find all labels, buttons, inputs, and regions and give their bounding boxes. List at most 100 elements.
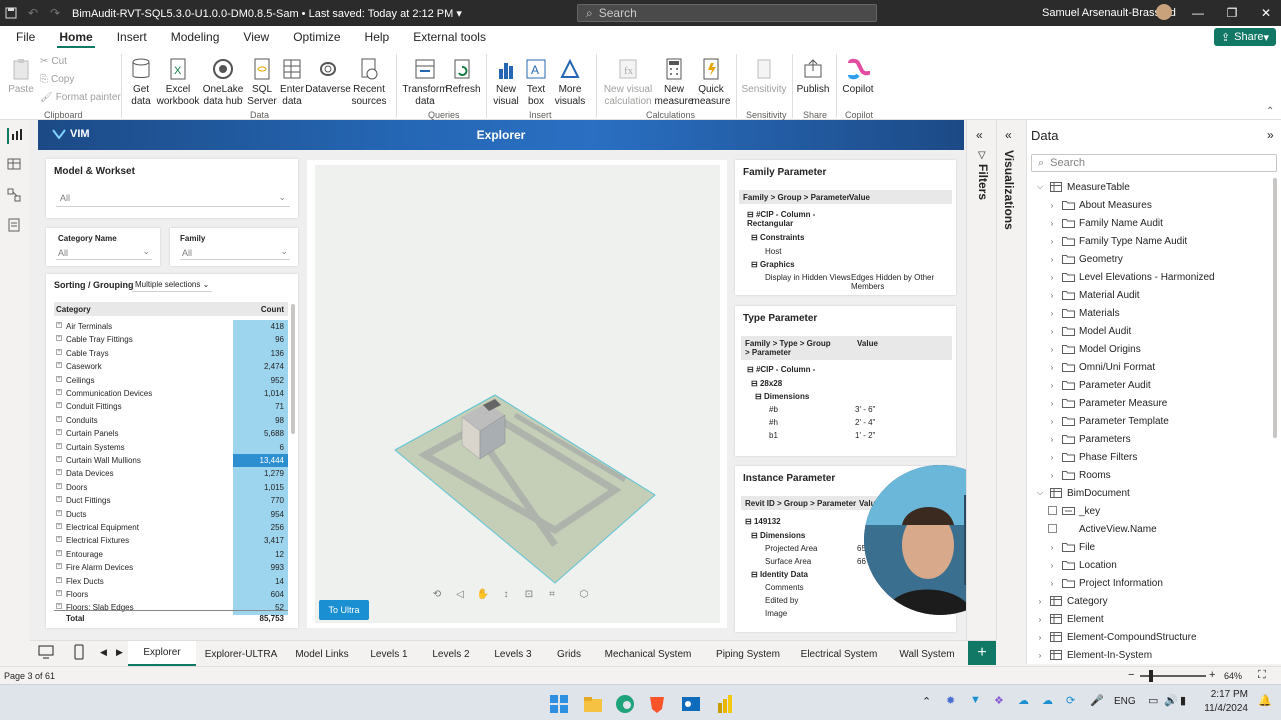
tree-folder-item[interactable]: › Geometry xyxy=(1047,250,1123,268)
expand-icon[interactable]: + xyxy=(56,482,62,489)
collapse-right-icon[interactable]: » xyxy=(1267,128,1274,142)
expand-icon[interactable]: + xyxy=(56,415,62,422)
notifications-icon[interactable]: 🔔 xyxy=(1258,694,1272,707)
menu-modeling[interactable]: Modeling xyxy=(159,26,232,48)
copilot-button[interactable]: Copilot xyxy=(840,56,876,96)
more-visuals-button[interactable]: More visuals xyxy=(550,56,590,108)
enter-data-button[interactable]: Enter data xyxy=(278,56,306,108)
new-visual-calculation-button[interactable]: fx New visual calculation xyxy=(600,56,656,108)
tree-folder-item[interactable]: › Parameter Measure xyxy=(1047,394,1168,412)
clock-date[interactable]: 11/4/2024 xyxy=(1198,703,1248,714)
tree-table-item[interactable]: › Element-In-System xyxy=(1035,646,1152,664)
expand-icon[interactable]: + xyxy=(56,348,62,355)
mobile-layout-icon[interactable] xyxy=(74,644,84,660)
table-row[interactable]: + Air Terminals 418 xyxy=(54,320,288,334)
table-scrollbar[interactable] xyxy=(291,304,295,434)
tree-table-item[interactable]: › Element xyxy=(1035,610,1104,628)
table-row[interactable]: + Doors 1,015 xyxy=(54,480,288,495)
table-row[interactable]: + Conduits 98 xyxy=(54,413,288,428)
table-row[interactable]: + Ducts 954 xyxy=(54,507,288,521)
brave-browser-icon[interactable] xyxy=(646,693,668,715)
look-icon[interactable]: ◁ xyxy=(453,589,467,603)
tray-sync-icon[interactable]: ⟳ xyxy=(1066,694,1075,707)
expand-icon[interactable]: + xyxy=(56,576,62,583)
tab-mechanical-system[interactable]: Mechanical System xyxy=(594,641,702,667)
share-button[interactable]: ⇪ Share ▾ xyxy=(1214,28,1276,46)
tray-app-icon[interactable]: ✹ xyxy=(946,694,955,707)
chevron-right-icon[interactable]: › xyxy=(1047,309,1057,318)
zoom-window-icon[interactable]: ⊡ xyxy=(522,589,536,603)
transform-data-button[interactable]: Transform data xyxy=(402,56,448,108)
chevron-right-icon[interactable]: › xyxy=(1047,399,1057,408)
expand-icon[interactable]: + xyxy=(56,389,62,395)
column-header[interactable]: Value xyxy=(857,339,878,348)
tree-folder-item[interactable]: › About Measures xyxy=(1047,196,1152,214)
tree-table-item[interactable]: › Element-CompoundStructure xyxy=(1035,628,1197,646)
table-row[interactable]: ⊟ Graphics xyxy=(751,260,795,269)
chevron-right-icon[interactable]: › xyxy=(1035,633,1045,642)
chevron-right-icon[interactable]: › xyxy=(1047,561,1057,570)
collapse-left-icon[interactable]: « xyxy=(976,128,983,142)
tree-folder-item[interactable]: › Rooms xyxy=(1047,466,1111,484)
table-row[interactable]: + Fire Alarm Devices 993 xyxy=(54,561,288,575)
expand-icon[interactable]: + xyxy=(56,549,62,556)
chevron-right-icon[interactable]: › xyxy=(1047,273,1057,282)
pan-icon[interactable]: ✋ xyxy=(476,589,490,603)
tab-levels-1[interactable]: Levels 1 xyxy=(358,641,420,667)
table-row[interactable]: ⊟ #CIP - Column - xyxy=(747,365,815,374)
sectioning-box-icon[interactable]: ⬡ xyxy=(577,589,591,603)
tree-folder-item[interactable]: › Project Information xyxy=(1047,574,1163,592)
battery-icon[interactable]: ▮ xyxy=(1180,694,1186,707)
paste-button[interactable]: Paste xyxy=(8,56,34,96)
column-header-category[interactable]: Category xyxy=(56,305,91,314)
sql-server-button[interactable]: SQL Server xyxy=(247,56,277,108)
expand-left-icon[interactable]: « xyxy=(1005,128,1012,142)
close-icon[interactable]: ✕ xyxy=(1256,4,1276,22)
tree-folder-item[interactable]: › Model Audit xyxy=(1047,322,1132,340)
tree-folder-item[interactable]: › Family Type Name Audit xyxy=(1047,232,1188,250)
table-row[interactable]: + Floors 604 xyxy=(54,588,288,602)
chevron-right-icon[interactable]: › xyxy=(1035,597,1045,606)
onelake-data-hub-button[interactable]: OneLake data hub xyxy=(200,56,246,108)
zoom-out-icon[interactable]: − xyxy=(1128,669,1134,681)
copy-button[interactable]: ⎘ Copy xyxy=(40,74,74,85)
to-ultra-button[interactable]: To Ultra xyxy=(319,600,369,620)
next-page-icon[interactable]: ▶ xyxy=(116,647,123,658)
table-row[interactable]: + Electrical Fixtures 3,417 xyxy=(54,534,288,548)
model-workset-dropdown[interactable]: All ⌄ xyxy=(56,189,290,207)
table-row[interactable]: ⊟ Dimensions xyxy=(755,392,809,401)
publish-button[interactable]: Publish xyxy=(796,56,830,96)
menu-external-tools[interactable]: External tools xyxy=(401,26,498,48)
chevron-right-icon[interactable]: › xyxy=(1047,453,1057,462)
column-header-count[interactable]: Count xyxy=(261,305,284,314)
chevron-right-icon[interactable]: › xyxy=(1047,579,1057,588)
chevron-right-icon[interactable]: › xyxy=(1047,363,1057,372)
tree-folder-item[interactable]: › Materials xyxy=(1047,304,1120,322)
expand-icon[interactable]: + xyxy=(56,402,62,409)
zoom-icon[interactable]: ↕ xyxy=(499,589,513,603)
chevron-right-icon[interactable]: › xyxy=(1047,255,1057,264)
power-bi-icon[interactable] xyxy=(714,693,736,715)
expand-icon[interactable]: + xyxy=(56,523,62,529)
category-name-dropdown[interactable]: All ⌄ xyxy=(56,246,152,260)
network-icon[interactable]: ▭ xyxy=(1148,694,1158,707)
table-row[interactable]: ⊟ #CIP - Column - Rectangular xyxy=(747,210,833,228)
expand-icon[interactable]: + xyxy=(56,469,62,476)
table-row[interactable]: + Communication Devices 1,014 xyxy=(54,387,288,401)
table-row[interactable]: + Cable Tray Fittings 96 xyxy=(54,333,288,347)
refresh-button[interactable]: Refresh xyxy=(446,56,481,96)
filters-label[interactable]: Filters xyxy=(976,164,990,200)
tree-table-item[interactable]: › Category xyxy=(1035,592,1108,610)
tray-vim-icon[interactable]: ▼ xyxy=(970,694,981,706)
column-header[interactable]: Family > Type > Group > Parameter xyxy=(745,339,835,357)
chevron-down-icon[interactable]: ⌵ xyxy=(1035,488,1045,498)
field-checkbox[interactable] xyxy=(1047,505,1057,517)
microphone-icon[interactable]: 🎤 xyxy=(1090,694,1104,707)
windows-start-icon[interactable] xyxy=(548,693,570,715)
tray-teams-icon[interactable]: ❖ xyxy=(994,694,1004,707)
column-header[interactable]: Value xyxy=(849,193,870,202)
3d-viewport[interactable] xyxy=(315,165,720,623)
table-row[interactable]: + Data Devices 1,279 xyxy=(54,467,288,481)
frame-selection-icon[interactable]: ⌗ xyxy=(545,589,559,603)
table-row[interactable]: + Ceilings 952 xyxy=(54,373,288,387)
